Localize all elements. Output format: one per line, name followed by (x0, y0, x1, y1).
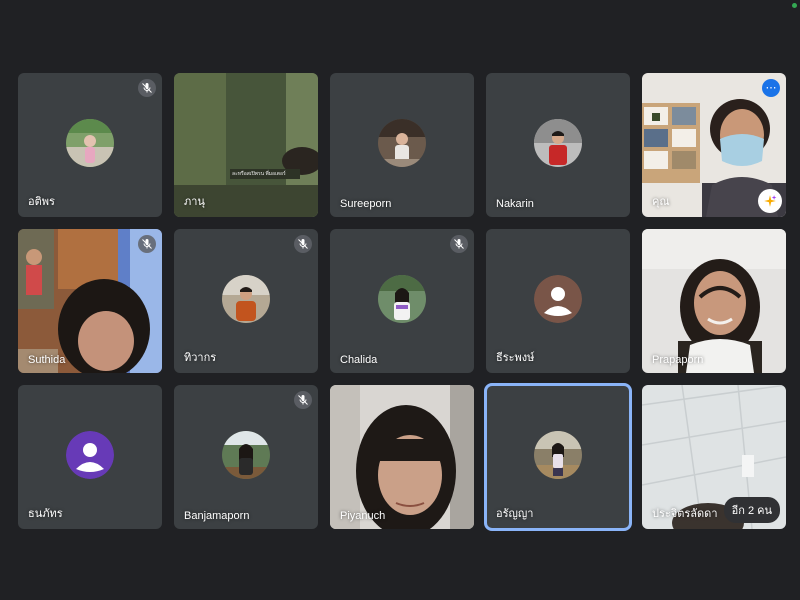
participant-video (642, 229, 786, 373)
mic-off-icon (138, 235, 156, 253)
participant-name: Sureeporn (340, 198, 392, 210)
mic-off-icon (138, 79, 156, 97)
participant-name: Prapaporn (652, 354, 704, 366)
participant-tile[interactable]: Piyanuch (330, 385, 474, 529)
participant-name: คุณ (652, 196, 670, 208)
participant-tile[interactable]: ทิวากร (174, 229, 318, 373)
avatar (66, 119, 114, 167)
others-count-badge[interactable]: อีก 2 คน (723, 497, 780, 523)
participant-name: ภานุ (184, 196, 205, 208)
participant-tile-self[interactable]: ⋯ คุณ (642, 73, 786, 217)
participant-name: Chalida (340, 354, 378, 366)
participant-tile[interactable]: ธีระพงษ์ (486, 229, 630, 373)
participant-name: ธีระพงษ์ (496, 352, 535, 364)
avatar (378, 275, 426, 323)
participant-name: Nakarin (496, 198, 534, 210)
participant-tile[interactable]: Suthida (18, 229, 162, 373)
video-overlay-text: ละหรือสเปิพรน พี่มอเตอร์ (232, 171, 286, 177)
avatar (534, 119, 582, 167)
connection-status-dot (792, 3, 797, 8)
participant-name: Suthida (28, 354, 66, 366)
avatar (378, 119, 426, 167)
participant-tile[interactable]: Prapaporn (642, 229, 786, 373)
participant-name: Piyanuch (340, 510, 386, 522)
participant-tile[interactable]: ละหรือสเปิพรน พี่มอเตอร์ ภานุ (174, 73, 318, 217)
participant-name: ประจิตรลัดดา (652, 508, 718, 520)
sparkle-effects-icon[interactable] (758, 189, 782, 213)
participant-tile[interactable]: อติพร (18, 73, 162, 217)
participant-tile[interactable]: Chalida (330, 229, 474, 373)
participant-video (330, 385, 474, 529)
participant-tile[interactable]: Nakarin (486, 73, 630, 217)
default-avatar-icon (534, 275, 582, 323)
participant-grid: อติพร ละหรือสเปิพรน พี่มอเตอร์ ภานุ Sure… (18, 73, 786, 531)
mic-off-icon (450, 235, 468, 253)
participant-tile[interactable]: ประจิตรลัดดา อีก 2 คน (642, 385, 786, 529)
participant-name: Banjamaporn (184, 510, 250, 522)
participant-name: อรัญญา (496, 508, 534, 520)
avatar (534, 431, 582, 479)
participant-name: อติพร (28, 196, 55, 208)
more-options-icon[interactable]: ⋯ (762, 79, 780, 97)
participant-tile[interactable]: Sureeporn (330, 73, 474, 217)
participant-tile-active-speaker[interactable]: อรัญญา (484, 383, 632, 531)
participant-name: ทิวากร (184, 352, 217, 364)
mic-off-icon (294, 235, 312, 253)
participant-name: ธนภัทร (28, 508, 63, 520)
avatar (222, 431, 270, 479)
avatar (222, 275, 270, 323)
participant-tile[interactable]: Banjamaporn (174, 385, 318, 529)
default-avatar-icon (66, 431, 114, 479)
mic-off-icon (294, 391, 312, 409)
participant-tile[interactable]: ธนภัทร (18, 385, 162, 529)
